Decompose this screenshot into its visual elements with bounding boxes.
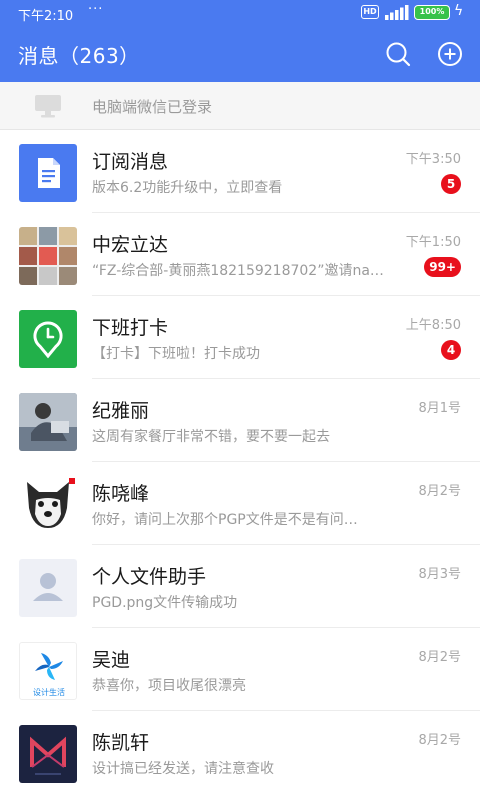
conversation-name: 陈凯轩 [92,732,150,754]
document-icon [19,144,77,202]
conversation-preview: 你好，请问上次那个PGP文件是不是有问… [92,512,358,528]
photo-avatar [19,393,77,451]
conversation-row[interactable]: 设计生活 吴迪 恭喜你，项目收尾很漂亮 8月2号 [0,628,480,711]
group-collage-avatar [19,227,77,285]
design-life-logo: 设计生活 [19,642,77,700]
unread-badge: 4 [441,340,461,360]
conversation-preview: 这周有家餐厅非常不错，要不要一起去 [92,429,330,445]
conversation-name: 下班打卡 [92,317,169,339]
conversation-preview: PGD.png文件传输成功 [92,595,238,611]
status-bar: 下午2:10 ··· HD 100% ϟ [0,0,480,26]
signal-icon [385,5,409,20]
conversation-row[interactable]: 中宏立达 “FZ-综合部-黄丽燕182159218702”邀请na… 下午1:5… [0,213,480,296]
app-header: 消息（263） [0,26,480,82]
person-placeholder-icon [19,559,77,617]
conversation-time: 8月2号 [418,484,461,499]
conversation-time: 8月2号 [418,650,461,665]
conversation-preview: 恭喜你，项目收尾很漂亮 [92,678,246,694]
conversation-time: 8月2号 [418,733,461,748]
status-time: 下午2:10 [18,9,74,24]
conversation-time: 8月1号 [418,401,461,416]
unread-badge: 99+ [424,257,461,277]
conversation-name: 纪雅丽 [92,400,150,422]
conversation-name: 陈哓峰 [92,483,150,505]
pc-login-text: 电脑端微信已登录 [92,98,213,116]
conversation-name: 订阅消息 [92,151,169,173]
monitor-icon [35,95,61,118]
conversation-time: 下午3:50 [405,152,461,167]
conversation-time: 8月3号 [418,567,461,582]
conversation-preview: 【打卡】下班啦！打卡成功 [92,346,260,362]
page-title: 消息（263） [18,44,140,68]
m-logo-avatar [19,725,77,783]
unread-badge: 5 [441,174,461,194]
dog-avatar [19,476,77,534]
conversation-row[interactable]: 陈哓峰 你好，请问上次那个PGP文件是不是有问… 8月2号 [0,462,480,545]
conversation-name: 中宏立达 [92,234,169,256]
conversation-time: 上午8:50 [405,318,461,333]
search-icon[interactable] [384,40,412,68]
conversation-time: 下午1:50 [405,235,461,250]
clock-pin-icon [19,310,77,368]
conversation-name: 吴迪 [92,649,131,671]
battery-icon: 100% [414,5,450,20]
conversation-preview: 版本6.2功能升级中，立即查看 [92,180,283,196]
notification-dots: ··· [88,2,104,17]
conversation-row[interactable]: 陈凯轩 设计搞已经发送，请注意查收 8月2号 [0,711,480,794]
conversation-row[interactable]: 订阅消息 版本6.2功能升级中，立即查看 下午3:50 5 [0,130,480,213]
conversation-row[interactable]: 下班打卡 【打卡】下班啦！打卡成功 上午8:50 4 [0,296,480,379]
pc-login-notice[interactable]: 电脑端微信已登录 [0,82,480,130]
conversation-row[interactable]: 个人文件助手 PGD.png文件传输成功 8月3号 [0,545,480,628]
plus-circle-icon[interactable] [436,40,464,68]
conversation-preview: “FZ-综合部-黄丽燕182159218702”邀请na… [92,263,384,279]
charging-icon: ϟ [454,3,464,19]
conversation-row[interactable]: 纪雅丽 这周有家餐厅非常不错，要不要一起去 8月1号 [0,379,480,462]
conversation-name: 个人文件助手 [92,566,207,588]
design-life-logo-text: 设计生活 [33,687,65,697]
conversation-preview: 设计搞已经发送，请注意查收 [92,761,274,777]
hd-icon: HD [361,5,379,19]
